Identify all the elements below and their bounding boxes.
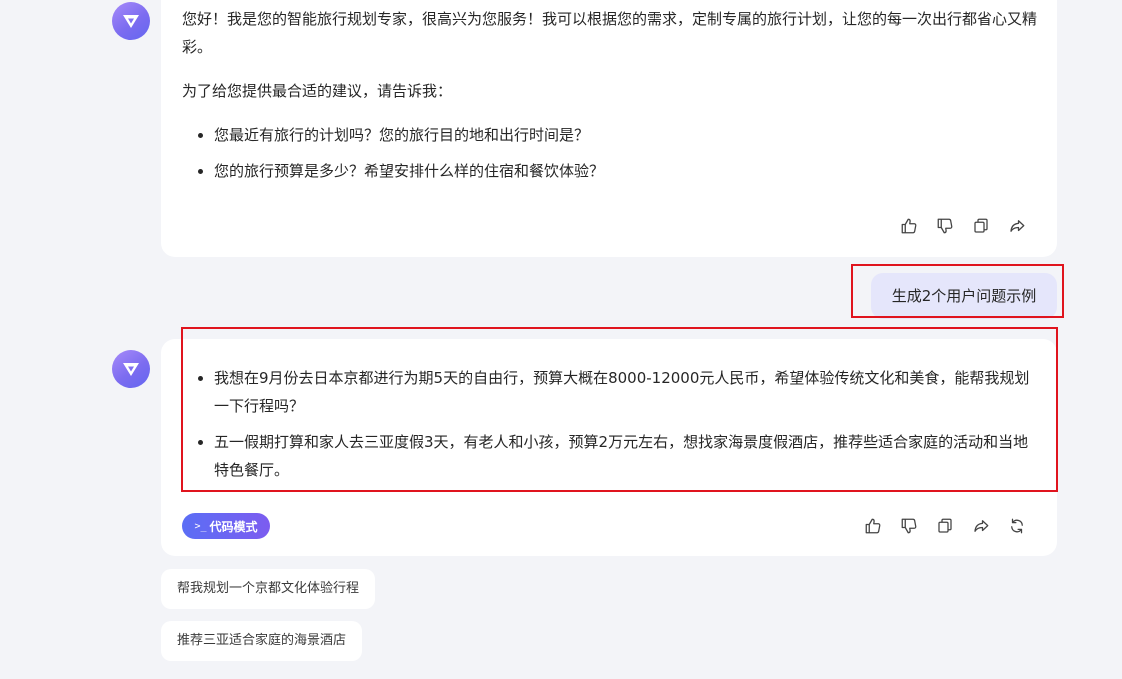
thumbs-up-icon: [865, 518, 881, 534]
assistant-avatar: [112, 2, 150, 40]
assistant-logo-icon: [123, 15, 139, 28]
reply-list: 我想在9月份去日本京都进行为期5天的自由行，预算大概在8000-12000元人民…: [182, 364, 1042, 484]
share-icon: [1010, 220, 1025, 232]
share-button[interactable]: [1007, 216, 1027, 236]
list-item: 您最近有旅行的计划吗？您的旅行目的地和出行时间是？: [182, 121, 1042, 149]
like-button[interactable]: [899, 216, 919, 236]
assistant-reply-card: 我想在9月份去日本京都进行为期5天的自由行，预算大概在8000-12000元人民…: [161, 339, 1057, 556]
copy-icon: [974, 218, 988, 233]
regenerate-button[interactable]: [1007, 516, 1027, 536]
message-paragraph: 您好！我是您的智能旅行规划专家，很高兴为您服务！我可以根据您的需求，定制专属的旅…: [182, 10, 1038, 56]
share-icon: [974, 520, 989, 532]
thumbs-down-icon: [937, 218, 953, 234]
code-mode-label: 代码模式: [209, 519, 258, 534]
message-actions: [863, 516, 1027, 536]
terminal-icon: >_: [194, 520, 207, 532]
user-message-bubble: 生成2个用户问题示例: [871, 273, 1057, 319]
copy-button[interactable]: [935, 516, 955, 536]
dislike-button[interactable]: [899, 516, 919, 536]
copy-icon: [938, 518, 952, 533]
thumbs-down-icon: [901, 518, 917, 534]
list-item: 我想在9月份去日本京都进行为期5天的自由行，预算大概在8000-12000元人民…: [182, 364, 1042, 420]
message-list: 您最近有旅行的计划吗？您的旅行目的地和出行时间是？ 您的旅行预算是多少？希望安排…: [182, 121, 1042, 185]
thumbs-up-icon: [901, 218, 917, 234]
like-button[interactable]: [863, 516, 883, 536]
assistant-logo-icon: [123, 363, 139, 376]
assistant-message-card: 您好！我是您的智能旅行规划专家，很高兴为您服务！我可以根据您的需求，定制专属的旅…: [161, 0, 1057, 257]
list-item: 您的旅行预算是多少？希望安排什么样的住宿和餐饮体验？: [182, 157, 1042, 185]
refresh-icon: [1011, 518, 1023, 534]
code-mode-button[interactable]: >_ 代码模式: [182, 513, 270, 539]
suggestion-chip[interactable]: 帮我规划一个京都文化体验行程: [161, 569, 376, 609]
message-actions: [899, 216, 1027, 236]
list-item: 五一假期打算和家人去三亚度假3天，有老人和小孩，预算2万元左右，想找家海景度假酒…: [182, 428, 1042, 484]
message-paragraph: 为了给您提供最合适的建议，请告诉我：: [182, 82, 453, 100]
copy-button[interactable]: [971, 216, 991, 236]
dislike-button[interactable]: [935, 216, 955, 236]
suggestion-chip[interactable]: 推荐三亚适合家庭的海景酒店: [161, 621, 363, 661]
assistant-avatar: [112, 350, 150, 388]
share-button[interactable]: [971, 516, 991, 536]
